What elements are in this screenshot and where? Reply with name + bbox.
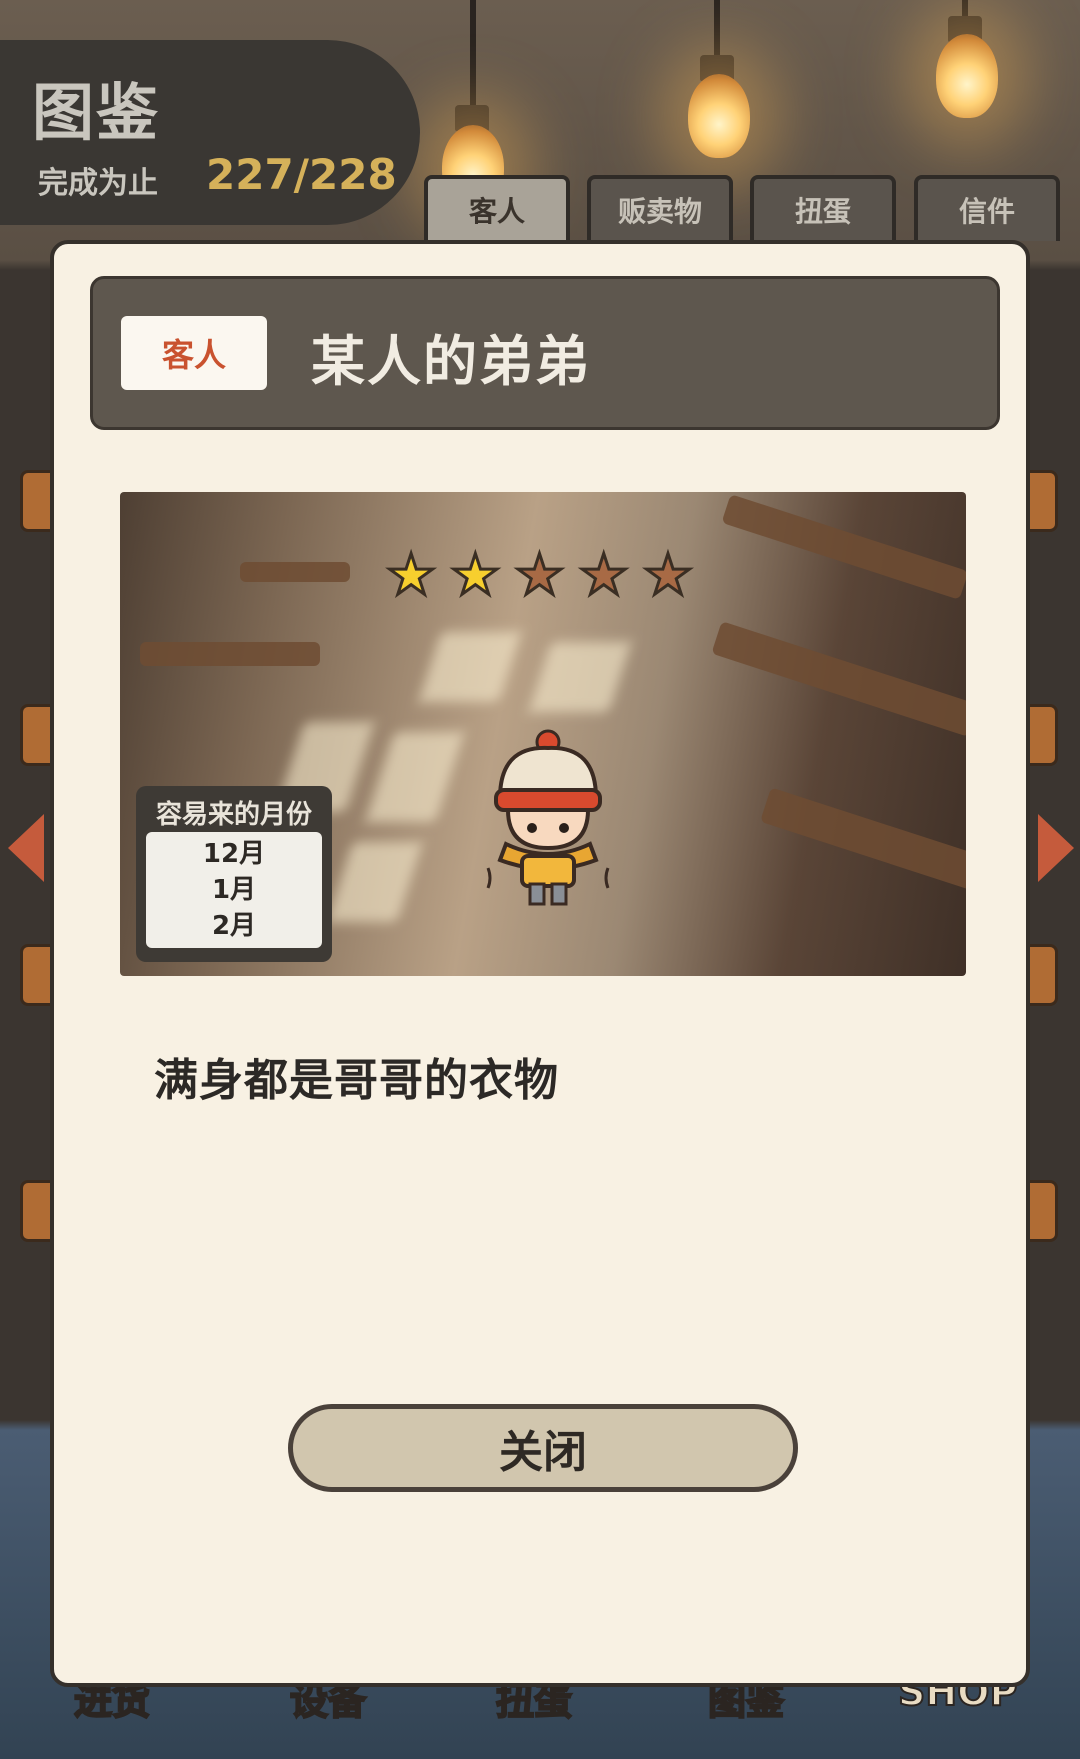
- star-filled-icon: ★: [384, 543, 437, 608]
- light-bulb-icon: [688, 74, 750, 158]
- previous-arrow-icon[interactable]: [8, 814, 44, 882]
- shelf: [140, 642, 320, 666]
- tab-customers[interactable]: 客人: [424, 175, 570, 241]
- season-month: 12月: [202, 839, 266, 869]
- shelf: [240, 562, 350, 582]
- shelf: [721, 494, 966, 600]
- modal-title-bar: 客人 某人的弟弟: [90, 276, 1000, 430]
- tab-letters[interactable]: 信件: [914, 175, 1060, 241]
- progress-label: 完成为止: [38, 166, 158, 201]
- item-description: 满身都是哥哥的衣物: [154, 1055, 559, 1106]
- light-bulb-icon: [936, 34, 998, 118]
- shelf: [711, 621, 966, 737]
- season-month: 1月: [211, 875, 257, 905]
- window-light: [418, 632, 522, 702]
- close-button[interactable]: 关闭: [288, 1404, 798, 1492]
- customer-scene-image: ★ ★ ★ ★ ★ 容易来的月份 12月 1月 2月: [120, 492, 966, 976]
- rating-stars: ★ ★ ★ ★ ★: [384, 543, 694, 608]
- window-light: [327, 842, 423, 922]
- category-badge: 客人: [121, 316, 267, 390]
- lamp-wire: [470, 0, 476, 110]
- collection-header: 图鉴 完成为止 227/228: [0, 40, 420, 225]
- season-box: 容易来的月份 12月 1月 2月: [136, 786, 332, 962]
- detail-modal: 客人 某人的弟弟 ★ ★ ★ ★ ★ 容易来的月份 12月 1月 2月 满身都是…: [50, 240, 1030, 1687]
- window-light: [365, 732, 465, 822]
- page-title: 图鉴: [32, 76, 161, 149]
- customer-character-sprite: [486, 729, 610, 906]
- lamp-wire: [714, 0, 720, 60]
- shelf: [760, 787, 966, 893]
- star-filled-icon: ★: [449, 543, 502, 608]
- season-month-list: 12月 1月 2月: [146, 832, 322, 948]
- tab-gacha[interactable]: 扭蛋: [750, 175, 896, 241]
- item-name: 某人的弟弟: [311, 330, 591, 393]
- tab-goods[interactable]: 贩卖物: [587, 175, 733, 241]
- star-empty-icon: ★: [577, 543, 630, 608]
- progress-count: 227/228: [206, 150, 397, 199]
- season-title: 容易来的月份: [155, 800, 312, 830]
- season-month: 2月: [211, 911, 257, 941]
- window-light: [528, 642, 632, 712]
- next-arrow-icon[interactable]: [1038, 814, 1074, 882]
- star-empty-icon: ★: [513, 543, 566, 608]
- star-empty-icon: ★: [641, 543, 694, 608]
